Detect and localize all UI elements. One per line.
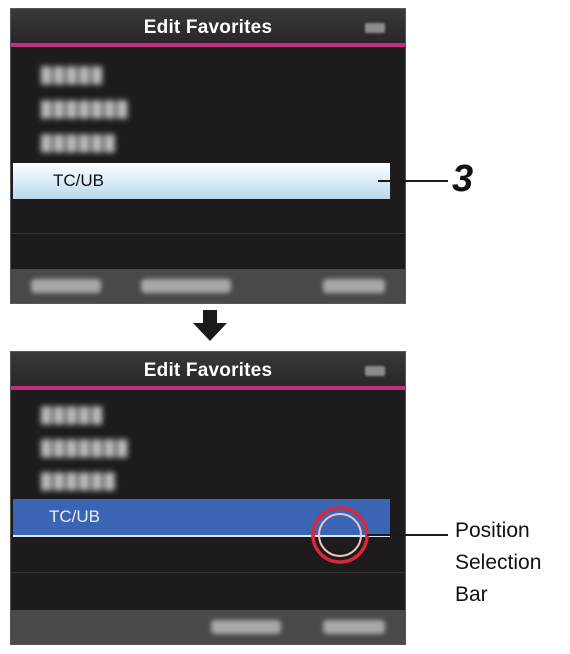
row-separator <box>11 233 405 234</box>
status-bar <box>11 610 405 644</box>
battery-icon <box>365 23 385 33</box>
callout-label-line: Selection <box>455 551 542 574</box>
blurred-menu-item[interactable]: ██████ <box>41 135 191 155</box>
screen-title-bar: Edit Favorites <box>11 9 405 47</box>
battery-icon <box>365 366 385 376</box>
position-selection-bar[interactable]: TC/UB <box>13 499 390 537</box>
blurred-status-text <box>31 279 101 293</box>
screen-title: Edit Favorites <box>143 17 273 38</box>
edit-favorites-screen-after: Edit Favorites █████ ███████ ██████ TC/U… <box>10 351 406 645</box>
screen-title-bar: Edit Favorites <box>11 352 405 390</box>
position-selection-bar-callout: Position Selection Bar <box>455 515 541 611</box>
blurred-status-text <box>323 279 385 293</box>
blurred-menu-item[interactable]: ██████ <box>41 473 191 493</box>
step-number: 3 <box>452 158 474 200</box>
selected-menu-item-label: TC/UB <box>53 171 104 190</box>
down-arrow-icon <box>193 310 227 341</box>
row-separator <box>11 572 405 573</box>
edit-favorites-screen-before: Edit Favorites █████ ███████ ██████ TC/U… <box>10 8 406 304</box>
title-accent-line <box>11 43 405 47</box>
callout-label-line: Bar <box>455 583 488 606</box>
blurred-menu-item[interactable]: █████ <box>41 67 181 87</box>
status-bar <box>11 269 405 303</box>
position-selection-bar-label: TC/UB <box>49 507 100 526</box>
blurred-menu-item[interactable]: ███████ <box>41 440 221 460</box>
blurred-status-text <box>323 620 385 634</box>
blurred-menu-item[interactable]: █████ <box>41 407 181 427</box>
title-accent-line <box>11 386 405 390</box>
selected-menu-item[interactable]: TC/UB <box>13 163 390 199</box>
blurred-status-text <box>211 620 281 634</box>
blurred-status-text <box>141 279 231 293</box>
callout-label-line: Position <box>455 519 530 542</box>
screen-title: Edit Favorites <box>143 360 273 381</box>
blurred-menu-item[interactable]: ███████ <box>41 101 221 121</box>
